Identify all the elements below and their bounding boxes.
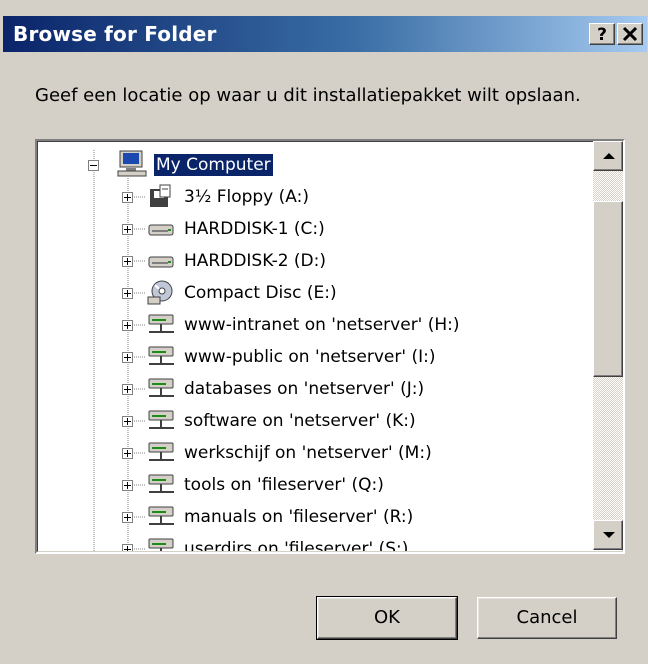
expand-toggle-icon[interactable] <box>122 416 133 427</box>
expand-toggle-icon[interactable] <box>122 384 133 395</box>
floppy-icon <box>150 184 171 207</box>
browse-for-folder-dialog: Browse for Folder ? Geef een locatie op … <box>0 0 648 664</box>
window-title: Browse for Folder <box>13 22 217 46</box>
tree-node-label: tools on 'fileserver' (Q:) <box>184 475 384 495</box>
collapse-toggle-icon[interactable] <box>88 160 99 171</box>
expand-toggle-icon[interactable] <box>122 224 133 235</box>
tree-node-label: Compact Disc (E:) <box>184 283 337 303</box>
network-drive-icon <box>148 378 174 397</box>
network-drive-icon <box>148 314 174 333</box>
expand-toggle-icon[interactable] <box>122 192 133 203</box>
close-icon <box>622 26 638 42</box>
expand-toggle-icon[interactable] <box>122 448 133 459</box>
my-computer-icon <box>117 150 147 177</box>
expand-toggle-icon[interactable] <box>122 320 133 331</box>
hard-drive-icon <box>148 256 174 268</box>
expand-toggle-icon[interactable] <box>122 480 133 491</box>
tree-node-label: werkschijf on 'netserver' (M:) <box>184 443 432 463</box>
expand-toggle-icon[interactable] <box>122 352 133 363</box>
tree-node-label: manuals on 'fileserver' (R:) <box>184 507 414 527</box>
expand-toggle-icon[interactable] <box>122 544 133 551</box>
expand-toggle-icon[interactable] <box>122 288 133 299</box>
expand-toggle-icon[interactable] <box>122 512 133 523</box>
tree-node-label: HARDDISK-1 (C:) <box>184 219 325 239</box>
arrow-down-icon <box>603 532 615 538</box>
tree-node-label: HARDDISK-2 (D:) <box>184 251 327 271</box>
help-button[interactable]: ? <box>589 23 615 45</box>
scroll-thumb[interactable] <box>593 201 623 377</box>
folder-tree[interactable]: My Computer 3½ Floppy (A:) HARDDISK-1 (C:… <box>35 139 625 554</box>
tree-node-label: My Computer <box>154 154 273 176</box>
network-drive-icon <box>148 474 174 493</box>
title-bar[interactable]: Browse for Folder ? <box>3 16 647 52</box>
tree-node-label: 3½ Floppy (A:) <box>184 187 309 207</box>
instruction-text: Geef een locatie op waar u dit installat… <box>35 85 581 106</box>
vertical-scrollbar[interactable] <box>593 141 623 550</box>
close-button[interactable] <box>617 23 643 45</box>
arrow-up-icon <box>603 153 615 159</box>
network-drive-icon <box>148 506 174 525</box>
network-drive-icon <box>148 410 174 429</box>
expand-toggle-icon[interactable] <box>122 256 133 267</box>
help-icon: ? <box>597 25 607 45</box>
tree-node-label: software on 'netserver' (K:) <box>184 411 416 431</box>
hard-drive-icon <box>148 224 174 236</box>
tree-node-label: www-intranet on 'netserver' (H:) <box>184 315 460 335</box>
ok-button[interactable]: OK <box>316 596 458 640</box>
scroll-down-button[interactable] <box>593 520 623 550</box>
cancel-button[interactable]: Cancel <box>477 597 617 639</box>
scroll-up-button[interactable] <box>593 141 623 171</box>
tree-node-label: www-public on 'netserver' (I:) <box>184 347 436 367</box>
network-drive-icon <box>148 346 174 365</box>
tree-node-label: userdirs on 'fileserver' (S:) <box>184 539 409 552</box>
tree-node-label: databases on 'netserver' (J:) <box>184 379 425 399</box>
network-drive-icon <box>148 442 174 461</box>
cd-drive-icon <box>147 280 173 305</box>
network-drive-icon <box>148 538 174 551</box>
